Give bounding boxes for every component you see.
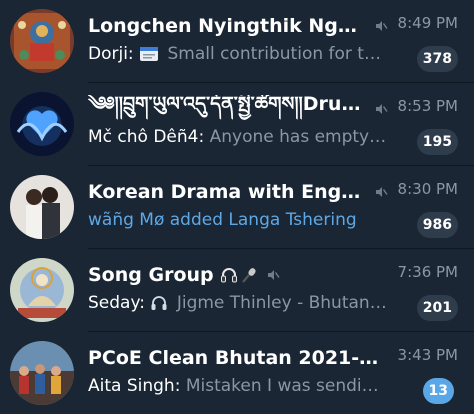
service-message-text: wãñg Mø added Langa Tshering [88, 210, 357, 230]
chat-preview: Dorji: Small contribution for the... [88, 44, 388, 70]
chat-avatar [10, 258, 74, 322]
headphones-icon [151, 296, 167, 310]
thangka-avatar-image [10, 9, 74, 73]
chat-list: Longchen Nyingthik Ngondro 8:49 PM Dorji… [0, 0, 474, 414]
deity-painting-avatar-image [10, 258, 74, 322]
chat-time: 8:49 PM [397, 14, 458, 32]
chat-avatar [10, 92, 74, 156]
chat-time: 3:43 PM [397, 346, 458, 364]
chat-row[interactable]: ༄༅།།བྲུག་ཡུལ་འདུ་དོན་སྤྱི་ཚོགས།།Druky...… [0, 83, 474, 166]
unread-count-badge: 201 [416, 295, 458, 321]
chat-row[interactable]: PCoE Clean Bhutan 2021-2022 3:43 PM Aita… [0, 332, 474, 414]
message-text: Jigme Thinley - Bhutanes... [176, 293, 388, 313]
group-photo-avatar-image [10, 341, 74, 405]
unread-count-badge: 195 [416, 129, 458, 155]
microphone-icon [241, 268, 256, 283]
message-sender: Dorji: [88, 44, 134, 64]
chat-preview: wãñg Mø added Langa Tshering [88, 210, 388, 236]
chat-title: Korean Drama with English su... [88, 181, 366, 203]
message-text: Small contribution for the... [167, 44, 388, 64]
chat-avatar [10, 175, 74, 239]
chat-preview: Seday: Jigme Thinley - Bhutanes... [88, 293, 388, 319]
chat-title: ༄༅།།བྲུག་ཡུལ་འདུ་དོན་སྤྱི་ཚོགས།།Druky... [88, 95, 366, 115]
chat-preview: Mč chô Dêñ4: Anyone has empty h... [88, 127, 388, 153]
heart-hands-avatar-image [10, 92, 74, 156]
chat-title: Longchen Nyingthik Ngondro [88, 15, 366, 37]
chat-row[interactable]: Longchen Nyingthik Ngondro 8:49 PM Dorji… [0, 0, 474, 83]
message-sender: Mč chô Dêñ4: [88, 127, 205, 147]
chat-preview: Aita Singh: Mistaken I was sending t... [88, 376, 388, 402]
headphones-icon [220, 268, 237, 283]
message-text: Anyone has empty h... [209, 127, 388, 147]
muted-icon [376, 21, 388, 31]
muted-icon [376, 187, 388, 197]
chat-avatar [10, 9, 74, 73]
muted-icon [376, 104, 388, 114]
document-thumbnail-icon [140, 47, 159, 61]
chat-avatar [10, 341, 74, 405]
message-sender: Aita Singh: [88, 376, 181, 396]
chat-title: PCoE Clean Bhutan 2021-2022 [88, 347, 388, 369]
message-text: Mistaken I was sending t... [185, 376, 388, 396]
chat-row[interactable]: Song Group 7:36 PM Seday: Jigme Thinley … [0, 249, 474, 332]
couple-photo-avatar-image [10, 175, 74, 239]
chat-title: Song Group [88, 264, 214, 286]
chat-time: 8:30 PM [397, 180, 458, 198]
chat-time: 7:36 PM [397, 263, 458, 281]
unread-count-badge: 13 [422, 378, 454, 404]
chat-time: 8:53 PM [397, 97, 458, 115]
unread-count-badge: 378 [416, 46, 458, 72]
chat-row[interactable]: Korean Drama with English su... 8:30 PM … [0, 166, 474, 249]
unread-count-badge: 986 [416, 212, 458, 238]
message-sender: Seday: [88, 293, 146, 313]
muted-icon [267, 270, 280, 280]
